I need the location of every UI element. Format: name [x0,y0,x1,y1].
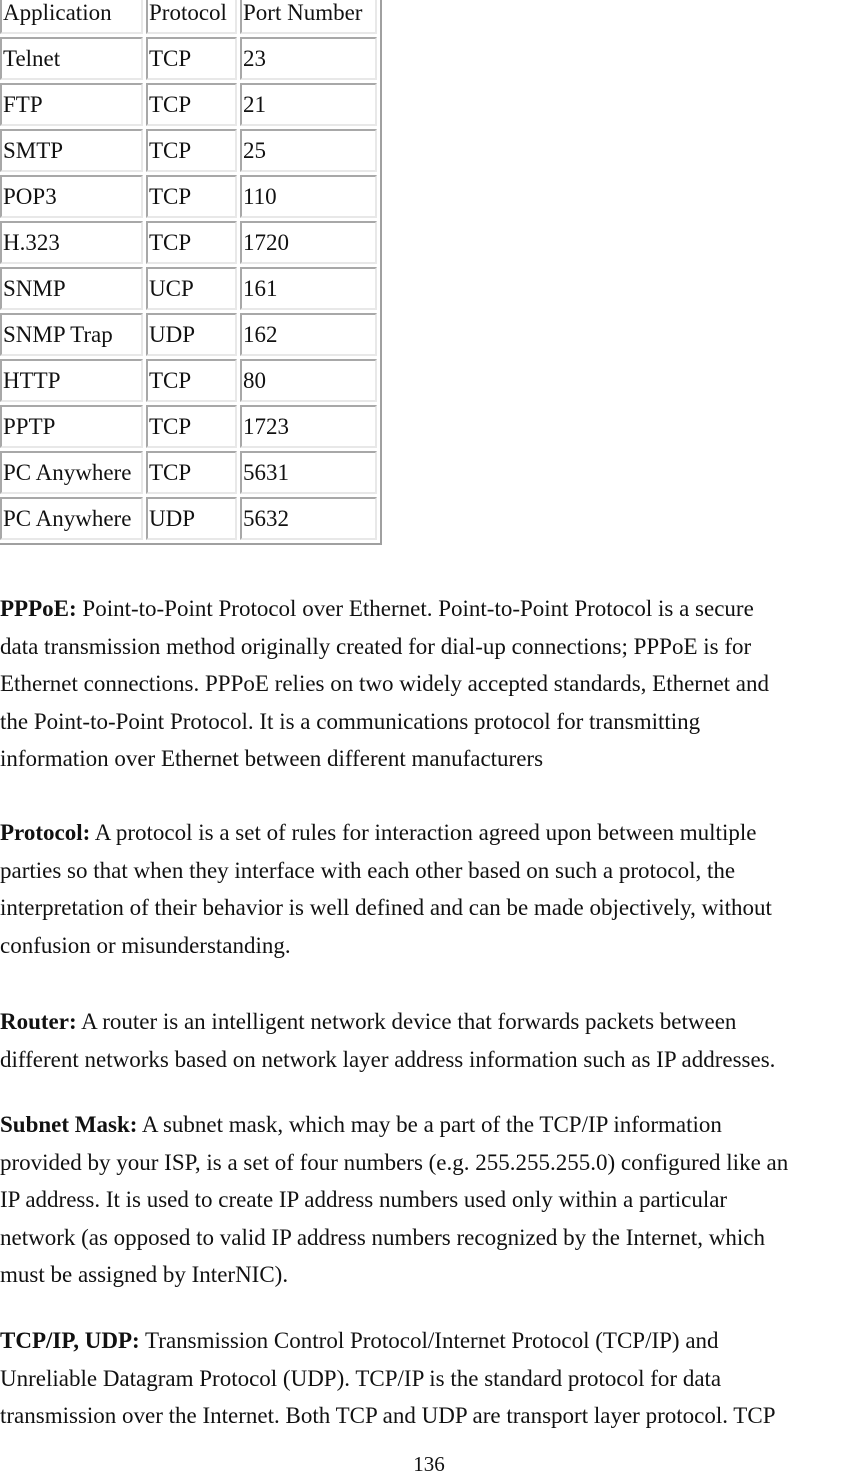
glossary-line: parties so that when they interface with… [0,857,736,883]
cell-protocol: TCP [146,129,237,172]
cell-application: PC Anywhere [0,451,143,494]
glossary-entry-tcpip-udp: TCP/IP, UDP: Transmission Control Protoc… [0,1322,858,1435]
cell-port-number: 23 [240,37,377,80]
glossary-line: different networks based on network laye… [0,1046,776,1072]
table-header-row: Application Protocol Port Number [0,0,377,34]
table-row: HTTP TCP 80 [0,359,377,402]
cell-port-number: 5631 [240,451,377,494]
glossary-line: interpretation of their behavior is well… [0,895,772,920]
cell-application: PC Anywhere [0,497,143,540]
glossary-line: the Point-to-Point Protocol. It is a com… [0,708,701,734]
cell-protocol: UDP [146,497,237,540]
glossary-line: network (as opposed to valid IP address … [0,1224,765,1250]
table-row: PC Anywhere TCP 5631 [0,451,377,494]
cell-port-number: 110 [240,175,377,218]
glossary-line: transmission over the Internet. Both TCP… [0,1403,776,1428]
cell-port-number: 1720 [240,221,377,264]
glossary-line: information over Ethernet between differ… [0,746,544,771]
glossary-term: PPPoE: [0,596,77,621]
glossary-entry-protocol: Protocol: A protocol is a set of rules f… [0,814,858,964]
cell-application: H.323 [0,221,143,264]
glossary-line: A subnet mask, which may be a part of th… [137,1112,722,1137]
glossary-line: A router is an intelligent network devic… [76,1009,737,1034]
cell-application: HTTP [0,359,143,402]
header-port-number: Port Number [240,0,377,34]
cell-port-number: 1723 [240,405,377,448]
glossary-line: must be assigned by InterNIC). [0,1262,289,1287]
glossary-term: Subnet Mask: [0,1112,138,1137]
cell-protocol: UDP [146,313,237,356]
glossary-term: Router: [0,1009,77,1034]
table-row: H.323 TCP 1720 [0,221,377,264]
cell-protocol: UCP [146,267,237,310]
cell-protocol: TCP [146,83,237,126]
header-application: Application [0,0,143,34]
cell-protocol: TCP [146,37,237,80]
cell-application: Telnet [0,37,143,80]
cell-application: SNMP Trap [0,313,143,356]
cell-port-number: 80 [240,359,377,402]
cell-application: POP3 [0,175,143,218]
glossary-entry-pppoe: PPPoE: Point-to-Point Protocol over Ethe… [0,590,858,778]
glossary-term: Protocol: [0,820,91,845]
cell-application: SNMP [0,267,143,310]
glossary-line: Ethernet connections. PPPoE relies on tw… [0,671,770,696]
page-number: 136 [413,1452,445,1476]
table-row: POP3 TCP 110 [0,175,377,218]
glossary-entry-subnet-mask: Subnet Mask: A subnet mask, which may be… [0,1106,858,1294]
glossary-line: Point-to-Point Protocol over Ethernet. P… [76,596,754,621]
table-row: PC Anywhere UDP 5632 [0,497,377,540]
port-table-body: Application Protocol Port Number Telnet T… [0,0,377,540]
glossary-line: data transmission method originally crea… [0,633,752,659]
glossary-line: A protocol is a set of rules for interac… [90,820,757,845]
glossary-line: Unreliable Datagram Protocol (UDP). TCP/… [0,1365,722,1391]
cell-protocol: TCP [146,359,237,402]
cell-application: PPTP [0,405,143,448]
cell-protocol: TCP [146,451,237,494]
cell-port-number: 5632 [240,497,377,540]
table-row: PPTP TCP 1723 [0,405,377,448]
table-row: Telnet TCP 23 [0,37,377,80]
cell-protocol: TCP [146,405,237,448]
table-row: SMTP TCP 25 [0,129,377,172]
cell-port-number: 25 [240,129,377,172]
table-row: SNMP Trap UDP 162 [0,313,377,356]
glossary-term: TCP/IP, UDP: [0,1328,140,1353]
cell-port-number: 161 [240,267,377,310]
glossary-line: Transmission Control Protocol/Internet P… [139,1328,719,1353]
glossary-line: provided by your ISP, is a set of four n… [0,1149,789,1175]
glossary-line: confusion or misunderstanding. [0,932,291,958]
cell-application: FTP [0,83,143,126]
cell-application: SMTP [0,129,143,172]
cell-port-number: 162 [240,313,377,356]
glossary-line: IP address. It is used to create IP addr… [0,1187,728,1212]
header-protocol: Protocol [146,0,237,34]
table-row: SNMP UCP 161 [0,267,377,310]
cell-protocol: TCP [146,221,237,264]
glossary-entry-router: Router: A router is an intelligent netwo… [0,1003,858,1078]
cell-protocol: TCP [146,175,237,218]
cell-port-number: 21 [240,83,377,126]
table-row: FTP TCP 21 [0,83,377,126]
port-table: Application Protocol Port Number Telnet T… [0,0,382,545]
